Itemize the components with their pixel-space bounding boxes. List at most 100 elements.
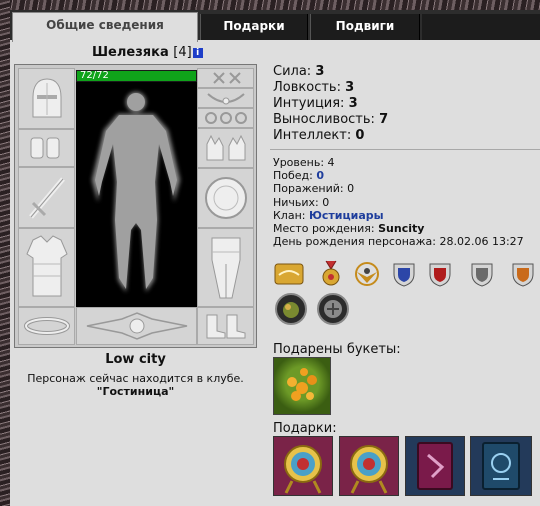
stat-label: Сила: xyxy=(273,64,312,79)
boots-icon xyxy=(206,314,245,339)
stat-intellect: Интеллект: 0 xyxy=(273,128,388,144)
boots-slot[interactable] xyxy=(197,307,254,345)
info-label: Клан: xyxy=(273,208,306,222)
info-losses: Поражений: 0 xyxy=(273,182,524,195)
belt-icon xyxy=(23,317,70,335)
bouquets-label: Подарены букеты: xyxy=(273,342,401,357)
badge-eagle[interactable] xyxy=(352,260,382,288)
divider xyxy=(270,149,540,150)
stats-block: Сила: 3 Ловкость: 3 Интуиция: 3 Вынослив… xyxy=(273,64,388,144)
bracers-slot[interactable] xyxy=(18,129,75,167)
stat-value: 0 xyxy=(355,128,365,143)
hp-text: 72/72 xyxy=(80,70,109,81)
wins-link[interactable]: 0 xyxy=(316,169,324,182)
location-title: Low city xyxy=(105,352,166,367)
emblem-icon xyxy=(86,312,187,340)
left-frame xyxy=(0,0,10,506)
character-doll: 72/72 xyxy=(76,70,197,307)
badge-handshake[interactable] xyxy=(274,260,304,288)
stat-value: 3 xyxy=(345,80,355,95)
info-label: Место рождения: xyxy=(273,222,375,236)
eagle-emblem-icon xyxy=(355,262,379,286)
gift-item-3[interactable] xyxy=(405,436,465,496)
bouquet-item[interactable] xyxy=(273,357,331,415)
character-level: [4] xyxy=(173,45,192,60)
tab-gifts[interactable]: Подарки xyxy=(200,14,308,40)
gift-item-4[interactable] xyxy=(470,436,532,496)
helmet-slot[interactable] xyxy=(18,68,75,129)
info-value: 0 xyxy=(347,182,355,196)
clan-link[interactable]: Юстициары xyxy=(309,209,384,222)
amulet-icon xyxy=(206,93,245,105)
info-label: Поражений: xyxy=(273,182,344,196)
shield-slot[interactable] xyxy=(197,168,254,228)
belt-slot[interactable] xyxy=(18,307,75,345)
info-label: Уровень: xyxy=(273,156,325,169)
tab-general-info[interactable]: Общие сведения xyxy=(12,12,198,42)
stat-label: Интуиция: xyxy=(273,96,345,111)
gloves-icon xyxy=(206,134,245,161)
gloves-slot[interactable] xyxy=(197,128,254,168)
medal-icon xyxy=(322,260,340,286)
blue-shield-icon xyxy=(393,263,415,287)
info-label: Ничьих: xyxy=(273,195,319,209)
stat-value: 3 xyxy=(315,64,325,79)
grey-shield-icon xyxy=(471,263,493,287)
info-level: Уровень: 4 xyxy=(273,156,524,169)
badge-red-shield[interactable] xyxy=(425,260,455,288)
location-block: Low city Персонаж сейчас находится в клу… xyxy=(14,352,257,398)
weapon-slot[interactable] xyxy=(18,167,75,228)
character-name: Шелезяка xyxy=(92,45,169,60)
red-shield-icon xyxy=(429,263,451,287)
armor-icon xyxy=(25,234,68,296)
badge-fruit-orb[interactable] xyxy=(274,292,308,326)
earring-slot[interactable] xyxy=(197,68,254,88)
ring-icon xyxy=(204,112,247,124)
hp-bar: 72/72 xyxy=(76,70,197,82)
gift-item-1[interactable] xyxy=(273,436,333,496)
info-birthday: День рождения персонажа: 28.02.06 13:27 xyxy=(273,235,524,248)
info-block: Уровень: 4 Побед: 0 Поражений: 0 Ничьих:… xyxy=(273,156,524,248)
info-label: День рождения персонажа: xyxy=(273,235,436,249)
equipment-panel: 72/72 xyxy=(14,64,257,348)
info-icon[interactable]: i xyxy=(192,48,203,58)
top-frame xyxy=(0,0,540,10)
info-value: Suncity xyxy=(378,222,425,236)
character-silhouette-icon xyxy=(92,92,180,292)
armor-slot[interactable] xyxy=(18,228,75,307)
target-gift-icon xyxy=(350,445,388,494)
badge-blue-shield[interactable] xyxy=(389,260,419,288)
info-clan: Клан: Юстициары xyxy=(273,209,524,222)
stat-endurance: Выносливость: 7 xyxy=(273,112,388,128)
stat-label: Интеллект: xyxy=(273,128,352,143)
greaves-icon xyxy=(211,237,240,298)
gifts-label: Подарки: xyxy=(273,421,337,436)
character-name-line: Шелезяка [4] i xyxy=(92,45,203,60)
crossed-blades-icon xyxy=(212,72,241,84)
info-draws: Ничьих: 0 xyxy=(273,196,524,209)
handshake-icon xyxy=(274,263,304,285)
amulet-slot[interactable] xyxy=(197,88,254,108)
shield-icon xyxy=(204,177,247,219)
tab-achievements[interactable]: Подвиги xyxy=(310,14,420,40)
legs-slot[interactable] xyxy=(197,228,254,307)
info-value: 28.02.06 13:27 xyxy=(439,235,524,249)
stone-orb-icon xyxy=(317,293,349,325)
info-birthplace: Место рождения: Suncity xyxy=(273,222,524,235)
bracers-icon xyxy=(30,137,59,159)
gift-item-2[interactable] xyxy=(339,436,399,496)
badge-medal[interactable] xyxy=(316,260,346,288)
badge-grey-shield[interactable] xyxy=(467,260,497,288)
badge-orange-shield[interactable] xyxy=(508,260,538,288)
rings-slot[interactable] xyxy=(197,108,254,128)
badge-stone-orb[interactable] xyxy=(316,292,350,326)
tab-bar-filler xyxy=(422,14,540,40)
stat-agility: Ловкость: 3 xyxy=(273,80,388,96)
blue-book-icon xyxy=(482,442,520,490)
orange-shield-icon xyxy=(512,263,534,287)
stat-strength: Сила: 3 xyxy=(273,64,388,80)
info-wins: Побед: 0 xyxy=(273,169,524,182)
emblem-slot[interactable] xyxy=(76,307,197,345)
stat-label: Выносливость: xyxy=(273,112,375,127)
info-value: 4 xyxy=(327,156,335,169)
